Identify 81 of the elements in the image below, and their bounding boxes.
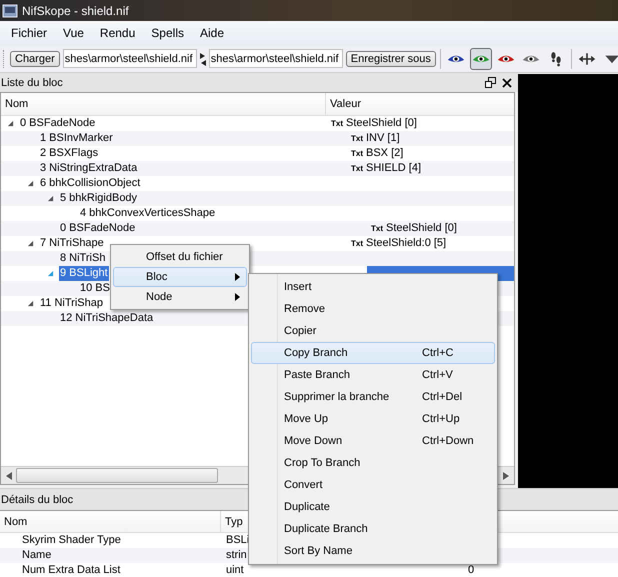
eye-tool-button[interactable]: [470, 48, 492, 70]
menu-item[interactable]: Sort By Name: [251, 540, 495, 562]
field-name: Num Extra Data List: [22, 564, 120, 576]
load-path-field[interactable]: shes\armor\steel\shield.nif: [62, 49, 197, 68]
tree-item[interactable]: 0 BSFadeNode: [59, 221, 136, 236]
menu-item[interactable]: Convert: [251, 474, 495, 496]
float-icon[interactable]: [485, 77, 496, 88]
tree-item[interactable]: 7 NiTriShape: [39, 236, 105, 251]
expand-arrow-icon[interactable]: [7, 120, 14, 127]
menu-item[interactable]: Insert: [251, 276, 495, 298]
menu-item[interactable]: Vue: [55, 26, 92, 40]
menu-item[interactable]: Offset du fichier: [113, 247, 247, 267]
field-value: 0: [468, 564, 474, 576]
field-type: uint: [226, 564, 244, 576]
column-header[interactable]: Nom: [1, 93, 326, 115]
value-cell: SteelShield [0]: [346, 116, 417, 131]
menu-item[interactable]: Copy Branch Ctrl+C: [251, 342, 495, 364]
menu-item[interactable]: Supprimer la branche Ctrl+Del: [251, 386, 495, 408]
scroll-left-arrow-icon[interactable]: [6, 472, 12, 480]
menu-item[interactable]: Crop To Branch: [251, 452, 495, 474]
menu-item[interactable]: Duplicate: [251, 496, 495, 518]
close-icon[interactable]: [502, 78, 512, 88]
app-icon: [2, 2, 18, 18]
panel-title: Détails du bloc: [0, 494, 74, 506]
value-type-tag: Txt: [351, 236, 363, 251]
tree-item[interactable]: 11 NiTriShap: [39, 296, 104, 311]
value-type-tag: Txt: [331, 116, 343, 131]
window-title: NifSkope - shield.nif: [22, 4, 129, 18]
move-arrows-icon: [578, 52, 596, 66]
value-type-tag: Txt: [351, 161, 363, 176]
expand-arrow-icon[interactable]: [27, 300, 34, 307]
value-cell: INV [1]: [366, 131, 400, 146]
scroll-thumb[interactable]: [16, 468, 218, 483]
menu-item[interactable]: Paste Branch Ctrl+V: [251, 364, 495, 386]
load-button[interactable]: Charger: [10, 50, 60, 66]
menu-item[interactable]: Duplicate Branch: [251, 518, 495, 540]
field-type: strin: [226, 549, 247, 561]
column-header[interactable]: Typ: [225, 516, 243, 528]
expand-arrow-icon[interactable]: [27, 240, 34, 247]
swap-arrows-icon[interactable]: [200, 52, 206, 66]
toolbar-grip[interactable]: [3, 50, 7, 68]
menu-item[interactable]: Fichier: [3, 26, 56, 40]
menu-item[interactable]: Rendu: [92, 26, 144, 40]
menu-item[interactable]: Spells: [143, 26, 192, 40]
menu-item[interactable]: Copier: [251, 320, 495, 342]
column-header[interactable]: Valeur: [326, 93, 361, 115]
save-as-button[interactable]: Enregistrer sous: [346, 50, 436, 66]
menu-item[interactable]: Move Down Ctrl+Down: [251, 430, 495, 452]
value-type-tag: Txt: [351, 131, 363, 146]
field-name: Skyrim Shader Type: [22, 534, 121, 546]
tree-item[interactable]: 10 BS: [79, 281, 111, 296]
save-path-field[interactable]: shes\armor\steel\shield.nif: [208, 49, 343, 68]
tree-item[interactable]: 8 NiTriSh: [59, 251, 106, 266]
footprints-icon: [550, 50, 562, 66]
value-cell: SteelShield:0 [5]: [366, 236, 446, 251]
menu-item[interactable]: Node: [113, 287, 247, 307]
tree-item[interactable]: 3 NiStringExtraData: [39, 161, 138, 176]
tree-item[interactable]: 2 BSXFlags: [39, 146, 100, 161]
value-type-tag: Txt: [371, 221, 383, 236]
panel-title: Liste du bloc: [0, 76, 63, 88]
tree-item[interactable]: 4 bhkConvexVerticesShape: [79, 206, 216, 221]
tree-item[interactable]: 5 bhkRigidBody: [59, 191, 138, 206]
expand-arrow-icon[interactable]: [47, 195, 54, 202]
menu-item[interactable]: Bloc: [113, 267, 247, 287]
tree-item[interactable]: 9 BSLight: [59, 266, 109, 281]
expand-arrow-icon[interactable]: [27, 180, 34, 187]
value-cell: BSX [2]: [366, 146, 404, 161]
tree-item[interactable]: 12 NiTriShapeData: [59, 311, 154, 326]
menu-item[interactable]: Aide: [192, 26, 232, 40]
scroll-right-arrow-icon[interactable]: [503, 472, 509, 480]
value-cell: SHIELD [4]: [366, 161, 422, 176]
menu-item[interactable]: Remove: [251, 298, 495, 320]
menu-item[interactable]: Move Up Ctrl+Up: [251, 408, 495, 430]
value-type-tag: Txt: [351, 146, 363, 161]
field-name: Name: [22, 549, 52, 561]
tree-item[interactable]: 0 BSFadeNode: [19, 116, 96, 131]
triangle-down-icon: [604, 54, 618, 64]
value-cell: SteelShield [0]: [386, 221, 457, 236]
tree-item[interactable]: 1 BSInvMarker: [39, 131, 114, 146]
column-header[interactable]: Nom: [4, 516, 28, 528]
tree-item[interactable]: 6 bhkCollisionObject: [39, 176, 142, 191]
